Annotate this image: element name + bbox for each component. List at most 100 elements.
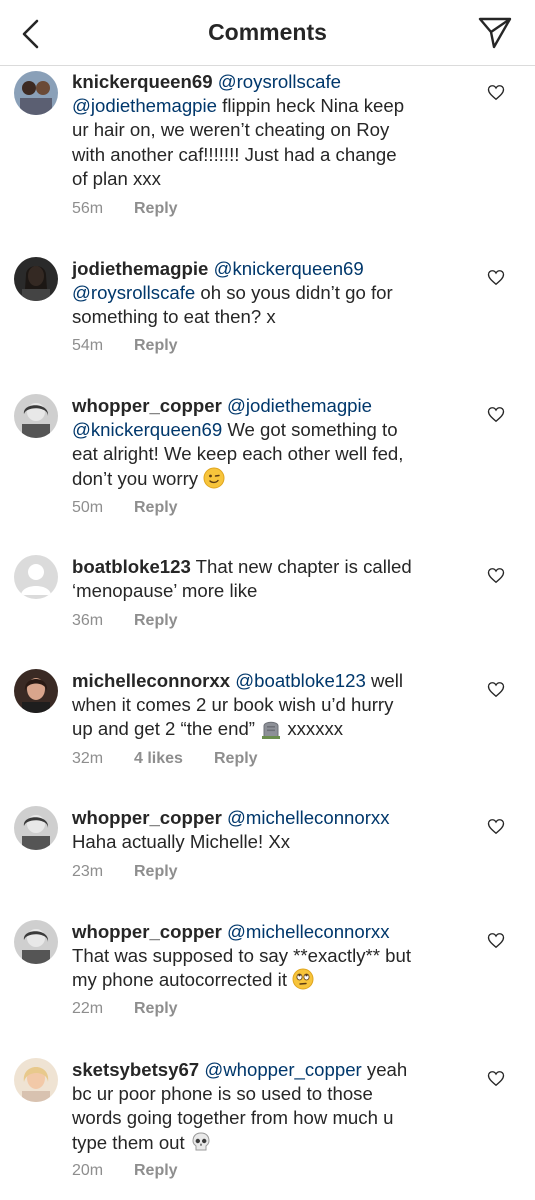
comment-line: yeah	[361, 1059, 408, 1080]
comment-line: bc ur poor phone is so used to those	[72, 1083, 373, 1105]
comment-time: 23m	[72, 863, 104, 880]
comment-username[interactable]: whopper_copper	[72, 807, 222, 828]
comment-meta: 54m Reply	[72, 337, 178, 355]
comment-meta: 56m Reply	[72, 200, 178, 218]
heart-icon[interactable]	[487, 818, 505, 835]
comment-username[interactable]: knickerqueen69	[72, 71, 213, 92]
comment-username[interactable]: whopper_copper	[72, 921, 222, 942]
comment-username[interactable]: michelleconnorxx	[72, 670, 230, 691]
comment-line: up and get 2 “the end”	[72, 718, 255, 740]
reply-button[interactable]: Reply	[134, 1162, 178, 1180]
mention-link[interactable]: @boatbloke123	[235, 670, 366, 691]
mention-link[interactable]: @knickerqueen69	[72, 419, 222, 440]
avatar[interactable]	[14, 669, 58, 713]
comment-line: That was supposed to say **exactly** but	[72, 945, 412, 967]
avatar[interactable]	[14, 806, 58, 850]
comment-meta: 22m Reply	[72, 1000, 178, 1018]
comment-username[interactable]: boatbloke123	[72, 556, 191, 577]
comment-line: words going together from how much u	[72, 1107, 394, 1129]
comment-meta: 20m Reply	[72, 1162, 178, 1180]
comment-item: sketsybetsy67 @whopper_copper yeah bc ur…	[0, 1058, 535, 1188]
comment-text: boatbloke123 That new chapter is called …	[72, 555, 472, 603]
mention-link[interactable]: @michelleconnorxx	[227, 921, 390, 942]
comment-line: xxxxxx	[282, 718, 344, 740]
comment-text: whopper_copper @jodiethemagpie @knickerq…	[72, 394, 472, 491]
comment-line: eat alright! We keep each other well fed…	[72, 443, 404, 465]
reply-button[interactable]: Reply	[134, 337, 178, 355]
avatar[interactable]	[14, 394, 58, 438]
comment-username[interactable]: jodiethemagpie	[72, 258, 208, 279]
comment-line: something to eat then? x	[72, 306, 276, 328]
skull-emoji	[192, 1132, 210, 1151]
comment-line: oh so yous didn’t go for	[195, 282, 393, 304]
comment-line: well	[365, 670, 404, 691]
comment-line: We got something to	[222, 419, 398, 441]
heart-icon[interactable]	[487, 406, 505, 423]
comment-text: whopper_copper @michelleconnorxx That wa…	[72, 920, 472, 993]
heart-icon[interactable]	[487, 567, 505, 584]
comment-line: with another caf!!!!!!! Just had a chang…	[72, 143, 397, 165]
winking-face-emoji	[203, 467, 225, 489]
heart-icon[interactable]	[487, 681, 505, 698]
likes-count[interactable]: 4 likes	[134, 750, 214, 768]
comment-line: ur hair on, we weren’t cheating on Roy	[72, 119, 390, 141]
comment-text: knickerqueen69 @roysrollscafe @jodiethem…	[72, 70, 472, 191]
heart-icon[interactable]	[487, 84, 505, 101]
comment-item: whopper_copper @michelleconnorxx That wa…	[0, 920, 535, 1025]
comment-line: flippin heck Nina keep	[217, 95, 405, 117]
comment-time: 20m	[72, 1162, 104, 1179]
comment-line: of plan xxx	[72, 167, 161, 189]
comment-line: when it comes 2 ur book wish u’d hurry	[72, 694, 394, 716]
comment-item: boatbloke123 That new chapter is called …	[0, 555, 535, 645]
mention-link[interactable]: @knickerqueen69	[214, 258, 364, 279]
reply-button[interactable]: Reply	[134, 499, 178, 517]
header-bar: Comments	[0, 0, 535, 66]
mention-link[interactable]: @roysrollscafe	[72, 282, 195, 303]
comment-item: knickerqueen69 @roysrollscafe @jodiethem…	[0, 70, 535, 225]
page-title: Comments	[208, 19, 327, 45]
comment-time: 50m	[72, 499, 104, 516]
eye-roll-emoji	[292, 968, 314, 990]
comment-line: my phone autocorrected it	[72, 969, 287, 991]
comment-line: That new chapter is called	[190, 556, 412, 577]
avatar[interactable]	[14, 920, 58, 964]
reply-button[interactable]: Reply	[134, 1000, 178, 1018]
comment-item: jodiethemagpie @knickerqueen69 @roysroll…	[0, 257, 535, 367]
mention-link[interactable]: @michelleconnorxx	[227, 807, 390, 828]
reply-button[interactable]: Reply	[214, 750, 258, 768]
comment-item: whopper_copper @michelleconnorxx Haha ac…	[0, 806, 535, 891]
mention-link[interactable]: @whopper_copper	[204, 1059, 361, 1080]
reply-button[interactable]: Reply	[134, 612, 178, 630]
avatar[interactable]	[14, 555, 58, 599]
headstone-emoji	[262, 722, 281, 740]
heart-icon[interactable]	[487, 269, 505, 286]
comment-line: don’t you worry	[72, 467, 199, 489]
comment-meta: 36m Reply	[72, 612, 178, 630]
comment-text: michelleconnorxx @boatbloke123 well when…	[72, 669, 472, 742]
comment-line: type them out	[72, 1131, 185, 1153]
reply-button[interactable]: Reply	[134, 863, 178, 881]
comment-username[interactable]: whopper_copper	[72, 395, 222, 416]
heart-icon[interactable]	[487, 932, 505, 949]
comment-username[interactable]: sketsybetsy67	[72, 1059, 199, 1080]
avatar[interactable]	[14, 1058, 58, 1102]
comment-time: 36m	[72, 612, 104, 629]
avatar[interactable]	[14, 257, 58, 301]
avatar[interactable]	[14, 71, 58, 115]
mention-link[interactable]: @roysrollscafe	[218, 71, 341, 92]
comment-time: 56m	[72, 200, 104, 217]
mention-link[interactable]: @jodiethemagpie	[72, 95, 217, 116]
paper-plane-icon[interactable]	[477, 16, 513, 50]
comment-text: whopper_copper @michelleconnorxx Haha ac…	[72, 806, 472, 854]
reply-button[interactable]: Reply	[134, 200, 178, 218]
comment-item: michelleconnorxx @boatbloke123 well when…	[0, 669, 535, 779]
comment-text: sketsybetsy67 @whopper_copper yeah bc ur…	[72, 1058, 472, 1155]
comment-time: 22m	[72, 1000, 104, 1017]
comment-text: jodiethemagpie @knickerqueen69 @roysroll…	[72, 257, 472, 330]
comment-time: 54m	[72, 337, 104, 354]
comment-meta: 23m Reply	[72, 863, 178, 881]
heart-icon[interactable]	[487, 1070, 505, 1087]
comment-time: 32m	[72, 750, 104, 767]
comment-line: ‘menopause’ more like	[72, 580, 258, 602]
mention-link[interactable]: @jodiethemagpie	[227, 395, 372, 416]
